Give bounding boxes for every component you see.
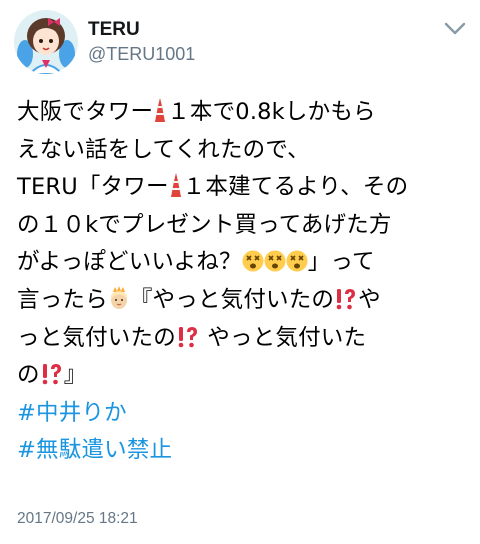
tokyo-tower-emoji — [170, 173, 181, 198]
exclamation-question-emoji — [42, 364, 61, 385]
tweet-text-segment: 』 — [63, 362, 87, 389]
tweet-text-segment: やっと気付いた — [207, 324, 367, 351]
tweet-text-segment: 『やっと気付いたの — [129, 286, 335, 313]
user-name[interactable]: TERU — [88, 19, 140, 41]
tweet-line: 言ったら 『やっと気付いたのや — [17, 282, 469, 320]
dizzy-face-emoji — [286, 250, 308, 272]
avatar[interactable] — [14, 10, 78, 74]
hashtag-link[interactable]: #無駄遣い禁止 — [17, 432, 469, 470]
exclamation-question-emoji — [336, 288, 356, 310]
hashtag-link[interactable]: #中井りか — [17, 395, 469, 433]
tweet-text: 大阪でタワー １本で0.8kしかもら えない話をしてくれたので、 TERU「タワー… — [17, 94, 469, 470]
tweet-line: 大阪でタワー １本で0.8kしかもら — [17, 94, 469, 132]
dizzy-face-emoji — [264, 250, 286, 272]
tweet-header: TERU @TERU1001 — [14, 10, 466, 74]
tweet-text-segment: っと気付いたの — [17, 324, 176, 351]
tweet-line: TERU「タワー １本建てるより、その — [17, 169, 469, 207]
user-handle[interactable]: @TERU1001 — [88, 44, 195, 65]
dizzy-face-emoji — [242, 250, 264, 272]
tweet-text-segment: 大阪でタワー — [17, 99, 154, 125]
tweet-text-segment: TERU「タワー — [17, 174, 169, 201]
tweet-text-segment: １本建てるより、その — [182, 174, 409, 201]
tweet-text-segment: 言ったら — [17, 286, 108, 313]
tweet-text-segment: の — [17, 362, 40, 389]
tweet-timestamp[interactable]: 2017/09/25 18:21 — [17, 510, 138, 528]
tweet-text-segment: がよっぽどいいよね？ — [17, 249, 242, 276]
tweet-line: の』 — [17, 357, 469, 395]
tweet-line: の１０kでプレゼント買ってあげた方 — [17, 207, 469, 245]
tweet-line: がよっぽどいいよね？ 」って — [17, 244, 469, 282]
princess-emoji — [110, 285, 127, 309]
exclamation-question-emoji — [178, 326, 197, 347]
tokyo-tower-emoji — [155, 98, 166, 122]
chevron-down-icon[interactable] — [444, 22, 466, 36]
tweet-line: っと気付いたの やっと気付いた — [17, 320, 469, 358]
tweet-text-segment: の１０kでプレゼント買ってあげた方 — [17, 211, 392, 238]
tweet-text-segment: や — [358, 286, 381, 313]
tweet-line: えない話をしてくれたので、 — [17, 132, 469, 170]
tweet-text-segment: えない話をしてくれたので、 — [17, 136, 310, 163]
tweet-text-segment: 」って — [307, 249, 375, 276]
tweet-text-segment: １本で0.8kしかもら — [167, 99, 376, 125]
